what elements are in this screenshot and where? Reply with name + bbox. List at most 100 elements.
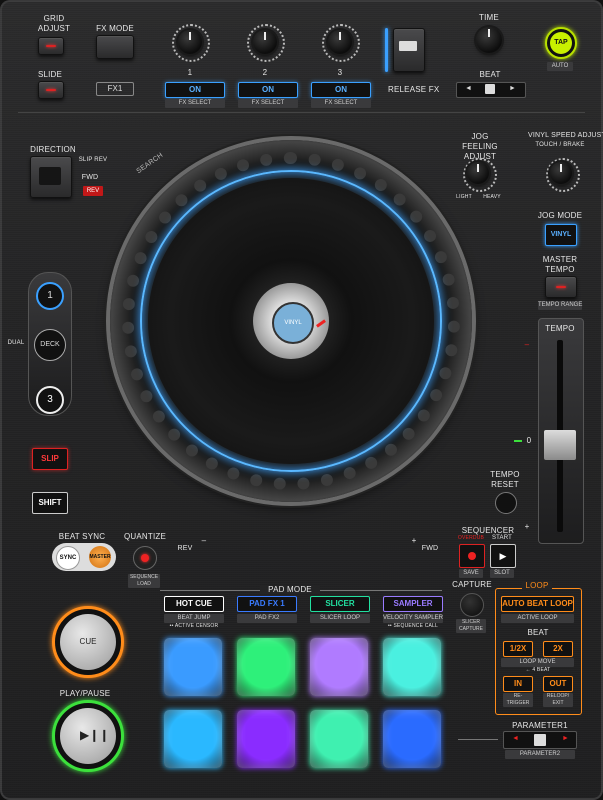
fx-divider xyxy=(18,112,585,113)
slicer-loop-label: SLICER LOOP xyxy=(310,614,370,623)
fx-mode-button[interactable] xyxy=(96,35,134,59)
fwd-label: FWD xyxy=(81,174,99,181)
parameter2-label: PARAMETER2 xyxy=(505,750,575,759)
pad-4[interactable] xyxy=(383,638,441,696)
pad-5[interactable] xyxy=(164,710,222,768)
grid-adjust-label: GRID ADJUST xyxy=(37,14,71,33)
pad-fx2-label: PAD FX2 xyxy=(237,614,297,623)
parameter-selector[interactable]: ◄ ► xyxy=(503,731,577,749)
master-tempo-label: MASTER TEMPO xyxy=(542,255,578,274)
play-icon: ▶ xyxy=(499,551,507,561)
pad-fx1-button[interactable]: PAD FX 1 xyxy=(237,596,297,612)
grid-adjust-button[interactable] xyxy=(38,37,64,55)
tempo-minus-label: – xyxy=(524,340,530,349)
overdub-button[interactable] xyxy=(459,544,485,568)
jog-center-logo: VINYL xyxy=(272,302,314,344)
loop-in-button[interactable]: IN xyxy=(503,676,533,692)
master-button[interactable]: MASTER xyxy=(89,546,111,568)
vinyl-speed-knob[interactable] xyxy=(550,162,572,184)
beat-label: BEAT xyxy=(479,70,501,79)
sequencer-label: SEQUENCER xyxy=(461,526,515,535)
rev-indicator: REV xyxy=(83,186,103,196)
fx-on-button-3[interactable]: ON xyxy=(311,82,371,98)
quantize-button[interactable] xyxy=(133,546,157,570)
shift-button[interactable]: SHIFT xyxy=(32,492,68,514)
fx-knob-2[interactable] xyxy=(253,30,277,54)
jog-feeling-knob[interactable] xyxy=(467,162,489,184)
tempo-slider-thumb[interactable] xyxy=(544,430,576,460)
dual-label: DUAL xyxy=(7,340,25,346)
loop-beat-label: BEAT xyxy=(527,628,549,637)
beat-selector[interactable]: ◄ ► xyxy=(456,82,526,98)
jog-rev-label: REV xyxy=(177,545,193,552)
pad-8[interactable] xyxy=(383,710,441,768)
tempo-range-label: TEMPO RANGE xyxy=(538,301,583,310)
tap-button-face: TAP xyxy=(550,32,572,54)
tempo-reset-button[interactable] xyxy=(495,492,517,514)
pad-6[interactable] xyxy=(237,710,295,768)
master-tempo-button[interactable] xyxy=(545,276,577,298)
beat-jump-label: BEAT JUMP xyxy=(164,614,224,623)
fx-on-button-1[interactable]: ON xyxy=(165,82,225,98)
capture-button[interactable] xyxy=(460,593,484,617)
tempo-center-led xyxy=(514,440,522,442)
fx-select-label-3: FX SELECT xyxy=(311,99,371,108)
pad-mode-label: PAD MODE xyxy=(260,585,320,594)
release-fx-label: RELEASE FX xyxy=(388,85,440,94)
release-fx-lever-grip xyxy=(399,41,417,51)
deck-1-button[interactable]: 1 xyxy=(36,282,64,310)
record-icon xyxy=(468,552,476,560)
pad-3[interactable] xyxy=(310,638,368,696)
parameter-selector-thumb xyxy=(534,734,546,746)
loop-half-button[interactable]: 1/2X xyxy=(503,641,533,657)
beat-left-arrow-icon: ◄ xyxy=(465,85,472,92)
fx-knob-1[interactable] xyxy=(178,30,202,54)
play-button-ring[interactable]: ▶❙❙ xyxy=(52,700,124,772)
time-knob[interactable] xyxy=(476,27,502,53)
fx-knob-label-3: 3 xyxy=(337,68,343,77)
auto-label: AUTO xyxy=(547,62,573,71)
fx-on-button-2[interactable]: ON xyxy=(238,82,298,98)
direction-lever[interactable] xyxy=(30,156,72,198)
loop-out-button[interactable]: OUT xyxy=(543,676,573,692)
pad-7[interactable] xyxy=(310,710,368,768)
play-pause-button[interactable]: ▶❙❙ xyxy=(60,708,116,764)
time-label: TIME xyxy=(479,13,499,22)
jog-mode-label: JOG MODE xyxy=(537,211,583,220)
deck-3-button[interactable]: 3 xyxy=(36,386,64,414)
parameter-right-arrow-icon: ► xyxy=(562,735,569,742)
slot-label: SLOT xyxy=(490,569,514,578)
slicer-capture-label: SLICER CAPTURE xyxy=(456,619,486,633)
hot-cue-button[interactable]: HOT CUE xyxy=(164,596,224,612)
vinyl-speed-adjust-label: VINYL SPEED ADJUST xyxy=(528,132,603,139)
cue-button[interactable]: CUE xyxy=(60,614,116,670)
loop-move-label: LOOP MOVE xyxy=(501,658,574,667)
light-label: LIGHT xyxy=(456,194,472,200)
pad-2[interactable] xyxy=(237,638,295,696)
fx-select-label-1: FX SELECT xyxy=(165,99,225,108)
vinyl-button[interactable]: VINYL xyxy=(545,224,577,246)
quantize-label: QUANTIZE xyxy=(124,532,167,541)
loop-double-button[interactable]: 2X xyxy=(543,641,573,657)
deck-button[interactable]: DECK xyxy=(34,329,66,361)
release-fx-lever[interactable] xyxy=(393,28,425,72)
slide-button[interactable] xyxy=(38,81,64,99)
cue-button-ring[interactable]: CUE xyxy=(52,606,124,678)
slip-button[interactable]: SLIP xyxy=(32,448,68,470)
play-pause-label: PLAY/PAUSE xyxy=(59,689,111,698)
fx-mode-label: FX MODE xyxy=(96,24,134,33)
touch-brake-label: TOUCH / BRAKE xyxy=(535,142,585,148)
tempo-reset-label: TEMPO RESET xyxy=(490,470,520,489)
slip-rev-label: SLIP REV xyxy=(78,157,108,163)
pad-1[interactable] xyxy=(164,638,222,696)
sync-button[interactable]: SYNC xyxy=(56,546,80,570)
slicer-button[interactable]: SLICER xyxy=(310,596,370,612)
sequencer-start-button[interactable]: ▶ xyxy=(490,544,516,568)
fx-knob-3[interactable] xyxy=(328,30,352,54)
active-censor-label: •• ACTIVE CENSOR xyxy=(169,623,219,629)
sampler-button[interactable]: SAMPLER xyxy=(383,596,443,612)
auto-beat-loop-button[interactable]: AUTO BEAT LOOP xyxy=(501,596,574,612)
heavy-label: HEAVY xyxy=(483,194,501,200)
fx-select-label-2: FX SELECT xyxy=(238,99,298,108)
tap-button[interactable]: TAP xyxy=(545,27,577,59)
